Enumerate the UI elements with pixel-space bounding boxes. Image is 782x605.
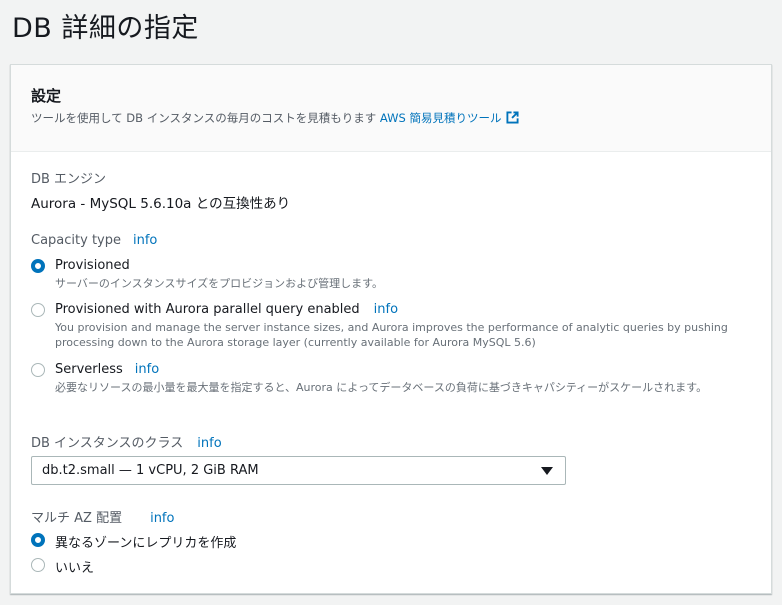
instance-class-select[interactable]: db.t2.small — 1 vCPU, 2 GiB RAM [31,456,566,485]
parallel-query-info-link[interactable]: info [374,302,398,317]
settings-panel: 設定 ツールを使用して DB インスタンスの毎月のコストを見積もります AWS … [10,64,772,594]
instance-class-selected: db.t2.small — 1 vCPU, 2 GiB RAM [42,463,259,478]
multi-az-label: マルチ AZ 配置 [31,511,123,526]
panel-description: ツールを使用して DB インスタンスの毎月のコストを見積もります AWS 簡易見… [31,110,520,126]
provisioned-desc: サーバーのインスタンスサイズをプロビジョンおよび管理します。 [55,277,384,290]
capacity-type-label: Capacity type info [31,233,157,248]
cost-estimator-link-label: AWS 簡易見積りツール [379,111,502,125]
panel-description-text: ツールを使用して DB インスタンスの毎月のコストを見積もります [31,111,377,125]
capacity-type-label-text: Capacity type [31,233,121,248]
serverless-label-row: Serverless info [55,362,159,377]
engine-label: DB エンジン [31,172,107,187]
parallel-query-label: Provisioned with Aurora parallel query e… [55,302,360,317]
panel-header: 設定 ツールを使用して DB インスタンスの毎月のコストを見積もります AWS … [11,65,771,152]
caret-down-icon [541,467,553,475]
serverless-info-link[interactable]: info [135,362,159,377]
multi-az-no-radio[interactable] [31,558,45,572]
multi-az-no-label: いいえ [55,561,95,576]
parallel-query-desc: You provision and manage the server inst… [55,321,728,349]
engine-value: Aurora - MySQL 5.6.10a との互換性あり [31,196,291,212]
multi-az-info-link[interactable]: info [150,511,174,526]
serverless-label: Serverless [55,362,123,377]
panel-title: 設定 [31,87,62,105]
multi-az-yes-label: 異なるゾーンにレプリカを作成 [55,536,237,551]
instance-class-label: DB インスタンスのクラス [31,436,184,451]
multi-az-yes-radio[interactable] [31,533,45,547]
capacity-type-info-link[interactable]: info [133,233,157,248]
provisioned-label: Provisioned [55,258,130,273]
serverless-radio[interactable] [31,363,45,377]
instance-class-info-link[interactable]: info [197,436,221,451]
parallel-query-label-row: Provisioned with Aurora parallel query e… [55,302,398,317]
cost-estimator-link[interactable]: AWS 簡易見積りツール [380,111,520,125]
serverless-desc: 必要なリソースの最小量を最大量を指定すると、Aurora によってデータベースの… [55,381,708,394]
instance-class-label-row: DB インスタンスのクラス info [31,432,222,451]
page-title: DB 詳細の指定 [12,13,199,44]
provisioned-radio[interactable] [31,259,45,273]
multi-az-label-row: マルチ AZ 配置 info [31,507,174,526]
external-link-icon [506,111,520,124]
parallel-query-radio[interactable] [31,303,45,317]
